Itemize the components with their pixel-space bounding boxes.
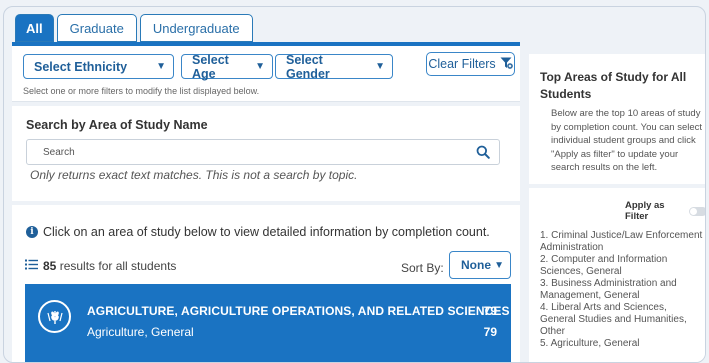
list-item[interactable]: 3. Business Administration and Managemen… [540,278,704,302]
gender-select[interactable]: Select Gender ▼ [275,52,393,81]
card-sub-count: 79 [483,325,497,339]
search-title: Search by Area of Study Name [26,118,208,132]
apply-filter-label: Apply as Filter [625,200,665,222]
sort-select-value: None [461,258,491,272]
filter-clear-icon [500,57,513,72]
chevron-down-icon: ▼ [494,259,504,271]
search-box [26,139,500,165]
search-note: Only returns exact text matches. This is… [30,168,358,182]
list-item[interactable]: 2. Computer and Information Sciences, Ge… [540,254,704,278]
card-count: 79 [483,304,497,318]
wheat-icon [38,300,71,333]
info-text: Click on an area of study below to view … [43,225,490,239]
list-item[interactable]: 5. Agriculture, General [540,338,704,350]
info-icon: i [26,226,38,238]
tab-undergraduate[interactable]: Undergraduate [139,14,253,42]
list-item[interactable]: 1. Criminal Justice/Law Enforcement Admi… [540,230,704,254]
result-count-suffix: results for all students [56,259,177,273]
card-subtitle: Agriculture, General [87,325,194,339]
filters-panel: Select Ethnicity ▼ Select Age ▼ Select G… [12,46,520,102]
card-title: AGRICULTURE, AGRICULTURE OPERATIONS, AND… [87,304,510,318]
top-areas-title: Top Areas of Study for All Students [540,70,687,101]
ethnicity-select-label: Select Ethnicity [34,59,128,74]
age-select-label: Select Age [192,52,229,81]
apply-filter-toggle[interactable] [689,206,705,216]
top-areas-description: Below are the top 10 areas of study by c… [551,108,703,173]
list-item[interactable]: 4. Liberal Arts and Sciences, General St… [540,302,704,338]
filter-hint: Select one or more filters to modify the… [23,86,260,96]
chevron-down-icon: ▼ [375,61,385,72]
result-count: 85 results for all students [25,259,176,273]
tab-bar: All Graduate Undergraduate [15,14,253,42]
results-panel: i Click on an area of study below to vie… [12,205,520,362]
sort-label: Sort By: [401,261,444,275]
top-areas-panel: Top Areas of Study for All Students Belo… [529,54,705,184]
sort-select[interactable]: None ▼ [449,251,511,279]
age-select[interactable]: Select Age ▼ [181,52,273,81]
list-icon [25,259,38,273]
search-input[interactable] [27,140,499,164]
result-card[interactable]: AGRICULTURE, AGRICULTURE OPERATIONS, AND… [25,284,511,362]
result-count-number: 85 [43,259,57,273]
tab-all[interactable]: All [15,14,54,42]
tab-graduate[interactable]: Graduate [56,14,137,42]
chevron-down-icon: ▼ [156,61,166,72]
clear-filters-button[interactable]: Clear Filters [426,52,515,76]
gender-select-label: Select Gender [286,52,330,81]
top-areas-list-panel: Apply as Filter 1. Criminal Justice/Law … [529,188,705,362]
clear-filters-label: Clear Filters [428,57,496,71]
app-frame: All Graduate Undergraduate Select Ethnic… [3,6,706,363]
info-line: i Click on an area of study below to vie… [26,225,490,239]
ethnicity-select[interactable]: Select Ethnicity ▼ [23,54,174,79]
chevron-down-icon: ▼ [255,61,265,72]
apply-filter-row: Apply as Filter [625,200,705,222]
search-panel: Search by Area of Study Name Only return… [12,106,520,201]
search-icon[interactable] [476,145,490,159]
top-areas-list: 1. Criminal Justice/Law Enforcement Admi… [540,230,704,350]
